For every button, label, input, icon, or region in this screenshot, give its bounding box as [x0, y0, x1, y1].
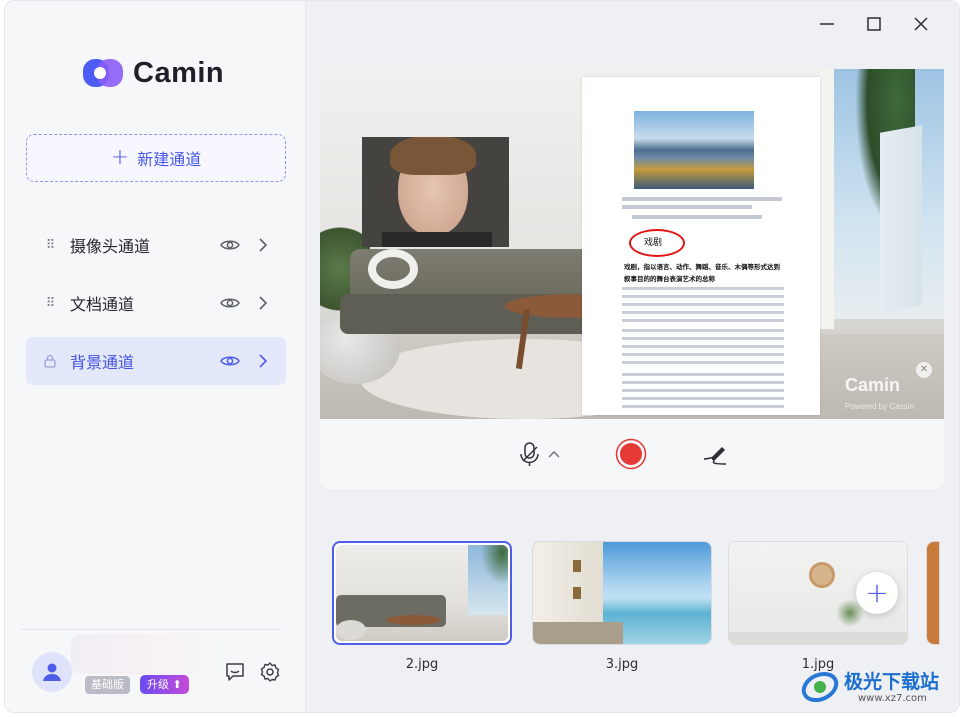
- close-watermark-icon[interactable]: ✕: [916, 362, 932, 378]
- window-pane: [880, 125, 922, 313]
- annotate-pen-icon[interactable]: [700, 439, 730, 469]
- chevron-right-icon[interactable]: [258, 354, 268, 368]
- channel-label: 背景通道: [70, 353, 135, 372]
- app-name: Camin: [133, 56, 225, 89]
- thumbnail-partial[interactable]: [926, 541, 940, 645]
- thumbnail-image: [336, 545, 508, 641]
- channel-label: 文档通道: [70, 295, 135, 314]
- eye-icon[interactable]: [220, 238, 240, 252]
- window-frame: [820, 69, 834, 329]
- document-paragraph: [622, 329, 784, 367]
- shore: [533, 622, 623, 644]
- user-icon: [43, 663, 61, 681]
- hair: [390, 137, 476, 175]
- pouf: [336, 620, 366, 640]
- channel-item-camera[interactable]: ⠿ 摄像头通道: [26, 221, 286, 269]
- text-line: [632, 215, 762, 219]
- text-line: [622, 197, 782, 201]
- shelf: [729, 632, 907, 644]
- thumbnail-label: 2.jpg: [405, 657, 439, 672]
- thumbnail-2[interactable]: [332, 541, 512, 645]
- app-window: Camin + 新建通道 ⠿ 摄像头通道 ⠿ 文档通道 背景通道 基础版 升级 …: [4, 0, 960, 713]
- preview-panel: 戏剧 戏剧，指以语言、动作、舞蹈、音乐、木偶等形式达到叙事目的的舞台表演艺术的总…: [320, 69, 944, 489]
- eye-icon[interactable]: [220, 296, 240, 310]
- channel-item-background[interactable]: 背景通道: [26, 337, 286, 385]
- tier-badge: 基础版: [85, 676, 130, 694]
- channel-label: 摄像头通道: [70, 237, 151, 256]
- document-paragraph: [622, 373, 784, 409]
- chevron-up-icon[interactable]: [548, 449, 560, 459]
- thumbnail-image: [533, 542, 711, 644]
- palm: [481, 545, 508, 585]
- minimize-icon[interactable]: [816, 13, 838, 35]
- thumbnail-label: 3.jpg: [605, 657, 639, 672]
- watermark-powered: Powered by Cassin: [845, 402, 914, 411]
- camera-feed[interactable]: [362, 137, 509, 247]
- camin-logo-icon: [83, 55, 123, 91]
- building-window: [573, 587, 581, 599]
- arrow-up-icon: ⬆: [172, 678, 182, 691]
- text-line: [622, 205, 752, 209]
- add-background-button[interactable]: +: [856, 572, 898, 614]
- gear-icon[interactable]: [259, 661, 281, 683]
- feedback-icon[interactable]: [224, 661, 246, 683]
- drag-handle-icon[interactable]: ⠿: [42, 297, 58, 310]
- main-panel: 戏剧 戏剧，指以语言、动作、舞蹈、音乐、木偶等形式达到叙事目的的舞台表演艺术的总…: [306, 1, 959, 712]
- document-subtitle: 戏剧，指以语言、动作、舞蹈、音乐、木偶等形式达到叙事目的的舞台表演艺术的总称: [624, 263, 780, 283]
- app-logo: Camin: [83, 55, 224, 91]
- record-button[interactable]: [615, 438, 647, 470]
- username-blurred: [71, 634, 219, 674]
- avatar[interactable]: [32, 652, 72, 692]
- knot-pillow: [368, 249, 418, 289]
- site-watermark-text: 极光下载站: [844, 671, 940, 693]
- preview-canvas[interactable]: 戏剧 戏剧，指以语言、动作、舞蹈、音乐、木偶等形式达到叙事目的的舞台表演艺术的总…: [320, 69, 944, 419]
- sidebar-divider: [21, 629, 281, 630]
- microphone-icon[interactable]: [515, 439, 545, 469]
- new-channel-button[interactable]: + 新建通道: [26, 134, 286, 182]
- building-window: [573, 560, 581, 572]
- upgrade-button[interactable]: 升级 ⬆: [140, 675, 189, 694]
- site-watermark: 极光下载站 www.xz7.com: [800, 663, 959, 712]
- preview-watermark: Camin Powered by Cassin: [845, 375, 914, 414]
- close-icon[interactable]: [910, 13, 932, 35]
- upgrade-label: 升级: [147, 678, 169, 691]
- new-channel-label: 新建通道: [137, 150, 202, 169]
- eye-icon[interactable]: [220, 354, 240, 368]
- document-heading: 戏剧: [644, 238, 663, 248]
- thumbnail-3[interactable]: [532, 541, 712, 645]
- wall-clock: [809, 562, 835, 588]
- document-image: [634, 111, 754, 189]
- chevron-right-icon[interactable]: [258, 238, 268, 252]
- site-watermark-url: www.xz7.com: [858, 693, 927, 704]
- sidebar: Camin + 新建通道 ⠿ 摄像头通道 ⠿ 文档通道 背景通道 基础版 升级 …: [5, 1, 306, 712]
- channel-item-document[interactable]: ⠿ 文档通道: [26, 279, 286, 327]
- document-paragraph: [622, 287, 784, 323]
- site-logo-icon: [801, 671, 839, 703]
- coffee-table: [386, 615, 441, 625]
- document-page[interactable]: 戏剧 戏剧，指以语言、动作、舞蹈、音乐、木偶等形式达到叙事目的的舞台表演艺术的总…: [582, 77, 820, 415]
- plus-icon: +: [110, 145, 130, 170]
- maximize-icon[interactable]: [863, 13, 885, 35]
- lock-icon: [44, 354, 56, 368]
- drag-handle-icon[interactable]: ⠿: [42, 239, 58, 252]
- clothing: [382, 232, 492, 247]
- chevron-right-icon[interactable]: [258, 296, 268, 310]
- watermark-brand: Camin: [845, 375, 901, 395]
